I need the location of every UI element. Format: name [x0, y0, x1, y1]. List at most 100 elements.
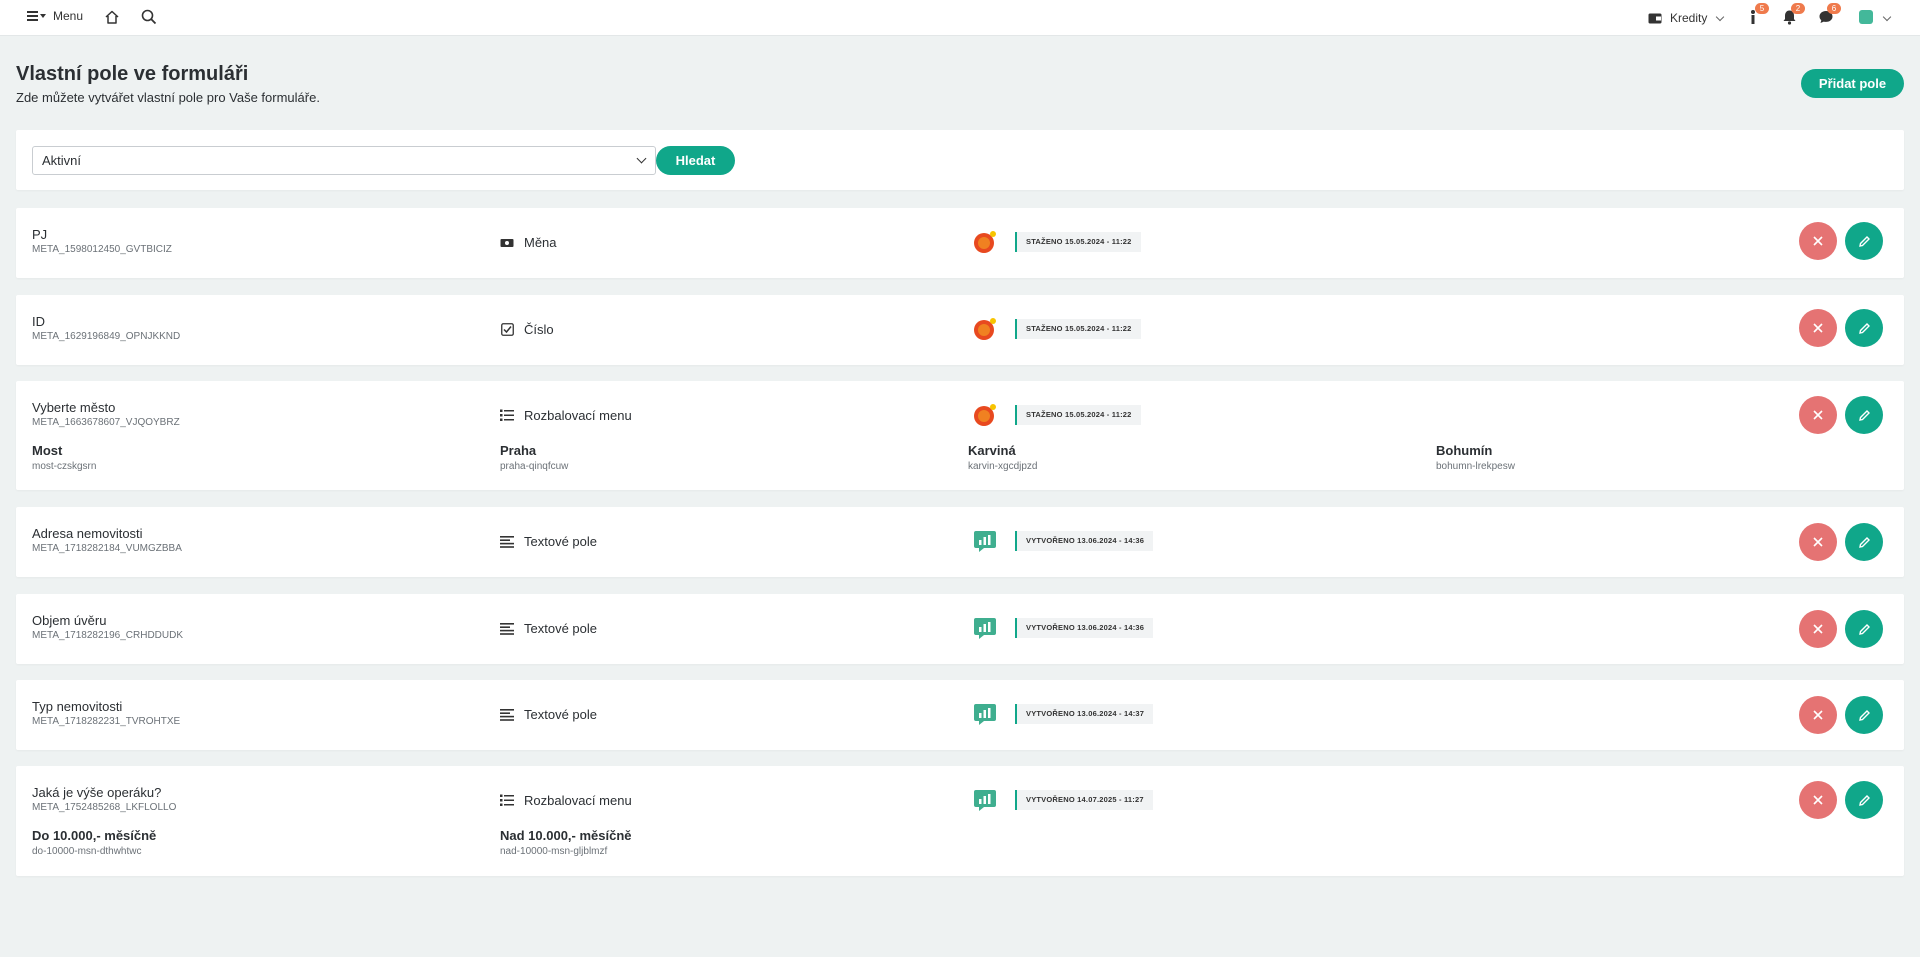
field-type-label: Textové pole [524, 707, 597, 722]
field-type: Textové pole [500, 534, 597, 549]
field-type-label: Textové pole [524, 621, 597, 636]
pencil-icon [1858, 709, 1870, 721]
field-row: Objem úvěru META_1718282196_CRHDDUDK Tex… [16, 594, 1904, 664]
close-icon [1813, 624, 1823, 634]
option-label: Karviná [968, 443, 1016, 458]
info-button[interactable]: 5 [1746, 3, 1769, 27]
text-lines-icon [500, 708, 514, 722]
menu-label: Menu [53, 9, 84, 23]
delete-button[interactable] [1799, 396, 1837, 434]
user-avatar[interactable] [1859, 10, 1873, 24]
chevron-down-icon [636, 153, 647, 164]
green-chat-logo-icon [974, 704, 996, 725]
home-icon[interactable] [103, 8, 121, 26]
field-key: META_1718282184_VUMGZBBA [32, 543, 182, 554]
pencil-icon [1858, 794, 1870, 806]
checkbox-icon [500, 323, 514, 337]
field-type: Číslo [500, 322, 554, 337]
pencil-icon [1858, 409, 1870, 421]
close-icon [1813, 795, 1823, 805]
top-bar: Menu Kredity 5 2 6 [0, 0, 1920, 36]
field-row: Adresa nemovitosti META_1718282184_VUMGZ… [16, 507, 1904, 577]
close-icon [1813, 537, 1823, 547]
close-icon [1813, 323, 1823, 333]
status-stamp: VYTVOŘENO 13.06.2024 - 14:36 [1015, 531, 1154, 551]
option-key: karvin-xgcdjpzd [968, 461, 1038, 472]
pencil-icon [1858, 235, 1870, 247]
list-icon [500, 794, 514, 808]
field-key: META_1663678607_VJQOYBRZ [32, 417, 180, 428]
field-type: Měna [500, 235, 557, 250]
pencil-icon [1858, 536, 1870, 548]
field-row: Vyberte město META_1663678607_VJQOYBRZ R… [16, 381, 1904, 490]
field-type-label: Číslo [524, 322, 554, 337]
delete-button[interactable] [1799, 781, 1837, 819]
notification-badge: 2 [1791, 3, 1805, 14]
field-name: PJ [32, 227, 48, 242]
field-name: Adresa nemovitosti [32, 526, 143, 541]
delete-button[interactable] [1799, 610, 1837, 648]
field-type: Textové pole [500, 707, 597, 722]
edit-button[interactable] [1845, 523, 1883, 561]
edit-button[interactable] [1845, 781, 1883, 819]
field-row: Typ nemovitosti META_1718282231_TVROHTXE… [16, 680, 1904, 750]
search-button[interactable]: Hledat [656, 146, 735, 175]
option-label: Do 10.000,- měsíčně [32, 828, 157, 843]
field-type: Rozbalovací menu [500, 793, 632, 808]
option-label: Praha [500, 443, 537, 458]
field-key: META_1598012450_GVTBICIZ [32, 244, 172, 255]
page-subtitle: Zde můžete vytvářet vlastní pole pro Vaš… [16, 90, 320, 105]
pencil-icon [1858, 623, 1870, 635]
green-chat-logo-icon [974, 618, 996, 639]
field-name: Vyberte město [32, 400, 116, 415]
field-name: Typ nemovitosti [32, 699, 123, 714]
messages-button[interactable]: 6 [1818, 3, 1841, 27]
delete-button[interactable] [1799, 222, 1837, 260]
status-select[interactable]: Aktivní [32, 146, 656, 175]
text-lines-icon [500, 535, 514, 549]
field-name: Objem úvěru [32, 613, 107, 628]
edit-button[interactable] [1845, 696, 1883, 734]
option-key: most-czskgsrn [32, 461, 97, 472]
field-row: ID META_1629196849_OPNJKKND Číslo STAŽEN… [16, 295, 1904, 365]
field-type-label: Rozbalovací menu [524, 793, 632, 808]
credits-dropdown[interactable]: Kredity [1648, 0, 1725, 36]
menu-button[interactable]: Menu [27, 9, 83, 23]
option-label: Most [32, 443, 63, 458]
status-stamp: STAŽENO 15.05.2024 - 11:22 [1015, 232, 1141, 252]
search-icon[interactable] [140, 8, 158, 26]
status-stamp: STAŽENO 15.05.2024 - 11:22 [1015, 405, 1141, 425]
filter-card: Aktivní Hledat [16, 130, 1904, 190]
orange-logo-icon [974, 231, 996, 253]
wallet-icon [1648, 13, 1662, 24]
delete-button[interactable] [1799, 309, 1837, 347]
field-type-label: Měna [524, 235, 557, 250]
field-type-label: Textové pole [524, 534, 597, 549]
field-name: Jaká je výše operáku? [32, 785, 162, 800]
page-title: Vlastní pole ve formuláři [16, 63, 249, 85]
notification-badge: 6 [1827, 3, 1841, 14]
option-key: bohumn-lrekpesw [1436, 461, 1515, 472]
edit-button[interactable] [1845, 610, 1883, 648]
option-key: praha-qinqfcuw [500, 461, 569, 472]
edit-button[interactable] [1845, 222, 1883, 260]
notifications-button[interactable]: 2 [1782, 3, 1805, 27]
field-type: Rozbalovací menu [500, 408, 632, 423]
field-row: Jaká je výše operáku? META_1752485268_LK… [16, 766, 1904, 876]
cash-icon [500, 236, 514, 250]
edit-button[interactable] [1845, 396, 1883, 434]
option-key: do-10000-msn-dthwhtwc [32, 846, 142, 857]
field-name: ID [32, 314, 45, 329]
field-type-label: Rozbalovací menu [524, 408, 632, 423]
option-key: nad-10000-msn-gljblmzf [500, 846, 608, 857]
pencil-icon [1858, 322, 1870, 334]
delete-button[interactable] [1799, 696, 1837, 734]
close-icon [1813, 710, 1823, 720]
add-field-button[interactable]: Přidat pole [1801, 69, 1904, 98]
edit-button[interactable] [1845, 309, 1883, 347]
chevron-down-icon[interactable] [1882, 12, 1892, 22]
delete-button[interactable] [1799, 523, 1837, 561]
orange-logo-icon [974, 318, 996, 340]
text-lines-icon [500, 622, 514, 636]
option-label: Bohumín [1436, 443, 1493, 458]
